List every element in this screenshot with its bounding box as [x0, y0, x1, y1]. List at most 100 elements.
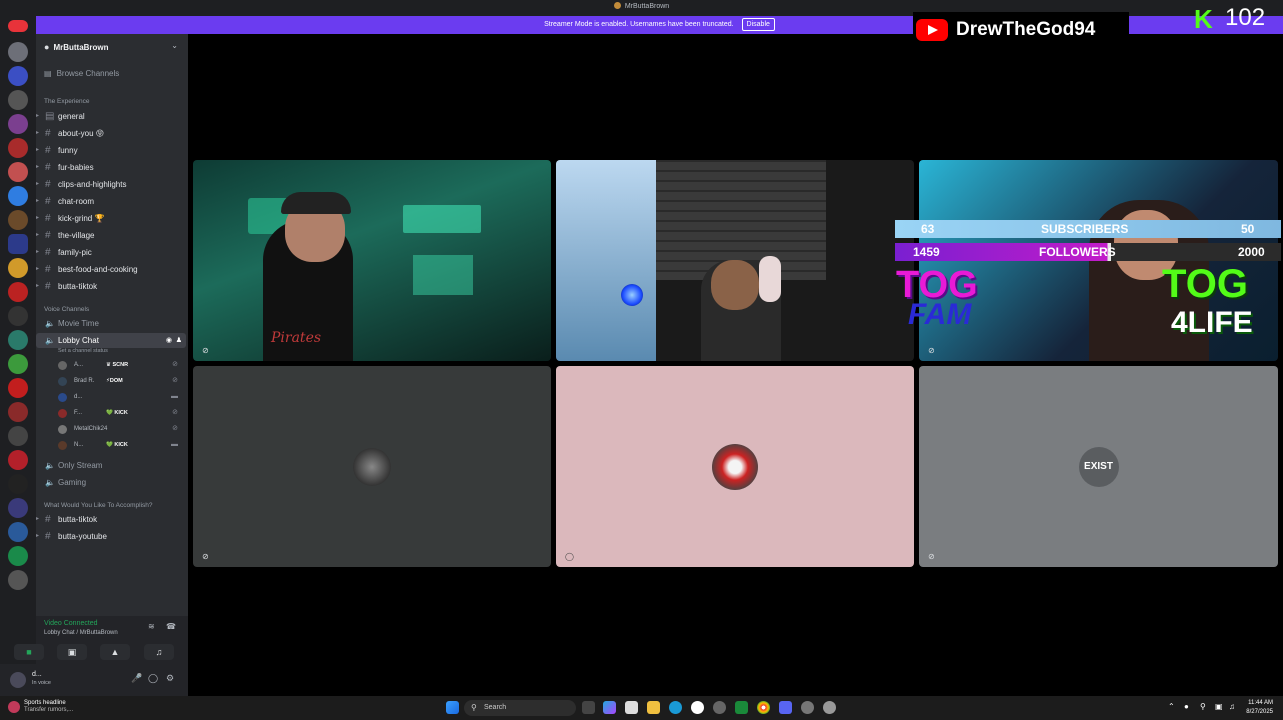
app-icon[interactable]: [625, 701, 638, 714]
news-widget[interactable]: Sports headline Transfer rumors,...: [24, 700, 73, 714]
voice-member[interactable]: N... 💚 KICK ▬: [56, 438, 182, 452]
speaker-icon: 🔈: [45, 336, 55, 345]
mic-icon[interactable]: ⚲: [1200, 702, 1206, 711]
server-icon[interactable]: [8, 570, 28, 590]
voice-location[interactable]: Lobby Chat / MrButtaBrown: [44, 630, 118, 636]
copilot-icon[interactable]: [603, 701, 616, 714]
voice-status: Video Connected: [44, 620, 98, 627]
server-icon[interactable]: [8, 162, 28, 182]
server-icon[interactable]: [8, 402, 28, 422]
server-icon[interactable]: [8, 210, 28, 230]
server-icon[interactable]: [8, 426, 28, 446]
search-input[interactable]: Search: [464, 700, 576, 716]
server-icon[interactable]: [8, 90, 28, 110]
server-icon-home[interactable]: [8, 20, 28, 32]
voice-channel-only-stream[interactable]: 🔈 Only Stream: [36, 458, 186, 473]
headphones-icon[interactable]: ◯: [148, 673, 158, 684]
channel-kick-grind[interactable]: ▸ # kick-grind 🏆: [36, 211, 186, 226]
channel-general[interactable]: ▸ ▤ general: [36, 109, 186, 124]
channel-the-village[interactable]: ▸ # the-village: [36, 228, 186, 243]
voice-channel-gaming[interactable]: 🔈 Gaming: [36, 475, 186, 490]
video-tile-streamer-2[interactable]: [556, 160, 914, 361]
channel-about-you[interactable]: ▸ # about-you 😝: [36, 126, 186, 141]
add-user-icon[interactable]: ♟: [176, 333, 182, 348]
server-icon[interactable]: [8, 114, 28, 134]
volume-icon[interactable]: ♫: [1229, 702, 1235, 711]
voice-channel-movie-time[interactable]: 🔈 Movie Time: [36, 316, 186, 331]
file-explorer-icon[interactable]: [647, 701, 660, 714]
voice-member[interactable]: A... ♛ SCNR ⊘: [56, 358, 182, 372]
server-icon[interactable]: [8, 330, 28, 350]
voice-member[interactable]: F... 💚 KICK ⊘: [56, 406, 182, 420]
chevron-down-icon[interactable]: ⌄: [171, 41, 178, 50]
server-icon[interactable]: [8, 258, 28, 278]
voice-member[interactable]: Brad R. ⚡DOM ⊘: [56, 374, 182, 388]
voice-member[interactable]: MetalChik24 ⊘: [56, 422, 182, 436]
noise-suppression-icon[interactable]: ≋: [148, 622, 155, 631]
voice-member[interactable]: d... ▬: [56, 390, 182, 404]
start-icon[interactable]: [446, 701, 459, 714]
channel-status-prompt[interactable]: Set a channel status: [58, 348, 108, 354]
server-icon[interactable]: [8, 522, 28, 542]
server-icon[interactable]: [8, 474, 28, 494]
mic-icon[interactable]: ●: [1184, 702, 1189, 711]
disable-streamer-mode-button[interactable]: Disable: [741, 18, 775, 31]
system-clock[interactable]: 11:44 AM 8/27/2025: [1246, 699, 1273, 717]
channel-butta-youtube[interactable]: ▸ # butta-youtube: [36, 529, 186, 544]
channel-butta-tiktok[interactable]: ▸ # butta-tiktok: [36, 279, 186, 294]
video-tile-avatar-2[interactable]: ◯: [556, 366, 914, 567]
discord-icon[interactable]: [779, 701, 792, 714]
server-name[interactable]: MrButtaBrown: [44, 42, 108, 52]
channel-family-pic[interactable]: ▸ # family-pic: [36, 245, 186, 260]
news-icon[interactable]: [8, 701, 20, 713]
server-rail: [0, 16, 36, 696]
app-icon[interactable]: [691, 701, 704, 714]
server-icon[interactable]: [8, 306, 28, 326]
server-icon[interactable]: [8, 234, 28, 254]
channel-best-food-and-cooking[interactable]: ▸ # best-food-and-cooking: [36, 262, 186, 277]
server-icon[interactable]: [8, 450, 28, 470]
screen-share-button[interactable]: ▣: [57, 644, 87, 660]
xbox-icon[interactable]: [735, 701, 748, 714]
category-the-experience[interactable]: The Experience: [44, 98, 90, 105]
server-icon[interactable]: [8, 282, 28, 302]
category-accomplish[interactable]: What Would You Like To Accomplish?: [44, 502, 153, 509]
disconnect-icon[interactable]: ☎: [166, 622, 176, 631]
avatar: [712, 443, 758, 490]
server-icon[interactable]: [8, 66, 28, 86]
server-icon[interactable]: [8, 186, 28, 206]
edge-icon[interactable]: [669, 701, 682, 714]
channel-fur-babies[interactable]: ▸ # fur-babies: [36, 160, 186, 175]
mic-icon[interactable]: 🎤: [131, 673, 142, 684]
voice-channel-lobby-chat[interactable]: 🔈 Lobby Chat ◉ ♟: [36, 333, 186, 348]
activity-button[interactable]: ▲: [100, 644, 130, 660]
gear-icon[interactable]: ⚙: [166, 673, 174, 684]
chevron-up-icon[interactable]: ⌃: [1168, 702, 1175, 711]
server-icon[interactable]: [8, 498, 28, 518]
camera-button[interactable]: ■: [14, 644, 44, 660]
channel-clips-and-highlights[interactable]: ▸ # clips-and-highlights: [36, 177, 186, 192]
server-icon[interactable]: [8, 42, 28, 62]
chrome-icon[interactable]: [757, 701, 770, 714]
app-icon[interactable]: [801, 701, 814, 714]
browse-channels[interactable]: Browse Channels: [44, 69, 120, 78]
channel-butta-tiktok-2[interactable]: ▸ # butta-tiktok: [36, 512, 186, 527]
app-icon[interactable]: [823, 701, 836, 714]
server-icon[interactable]: [8, 546, 28, 566]
avatar[interactable]: [10, 672, 26, 688]
video-tile-avatar-1[interactable]: ⊘: [193, 366, 551, 567]
task-view-icon[interactable]: [582, 701, 595, 714]
chat-icon[interactable]: ◉: [166, 333, 172, 348]
video-tile-avatar-3[interactable]: EXIST ⊘: [919, 366, 1278, 567]
channel-chat-room[interactable]: ▸ # chat-room: [36, 194, 186, 209]
server-icon[interactable]: [8, 354, 28, 374]
hash-icon: #: [45, 196, 51, 207]
soundboard-button[interactable]: ♫: [144, 644, 174, 660]
category-voice-channels[interactable]: Voice Channels: [44, 306, 89, 313]
video-tile-streamer-1[interactable]: Pirates ⊘: [193, 160, 551, 361]
obs-icon[interactable]: [713, 701, 726, 714]
server-icon[interactable]: [8, 138, 28, 158]
channel-funny[interactable]: ▸ # funny: [36, 143, 186, 158]
server-icon[interactable]: [8, 378, 28, 398]
monitor-icon[interactable]: ▣: [1215, 702, 1223, 711]
